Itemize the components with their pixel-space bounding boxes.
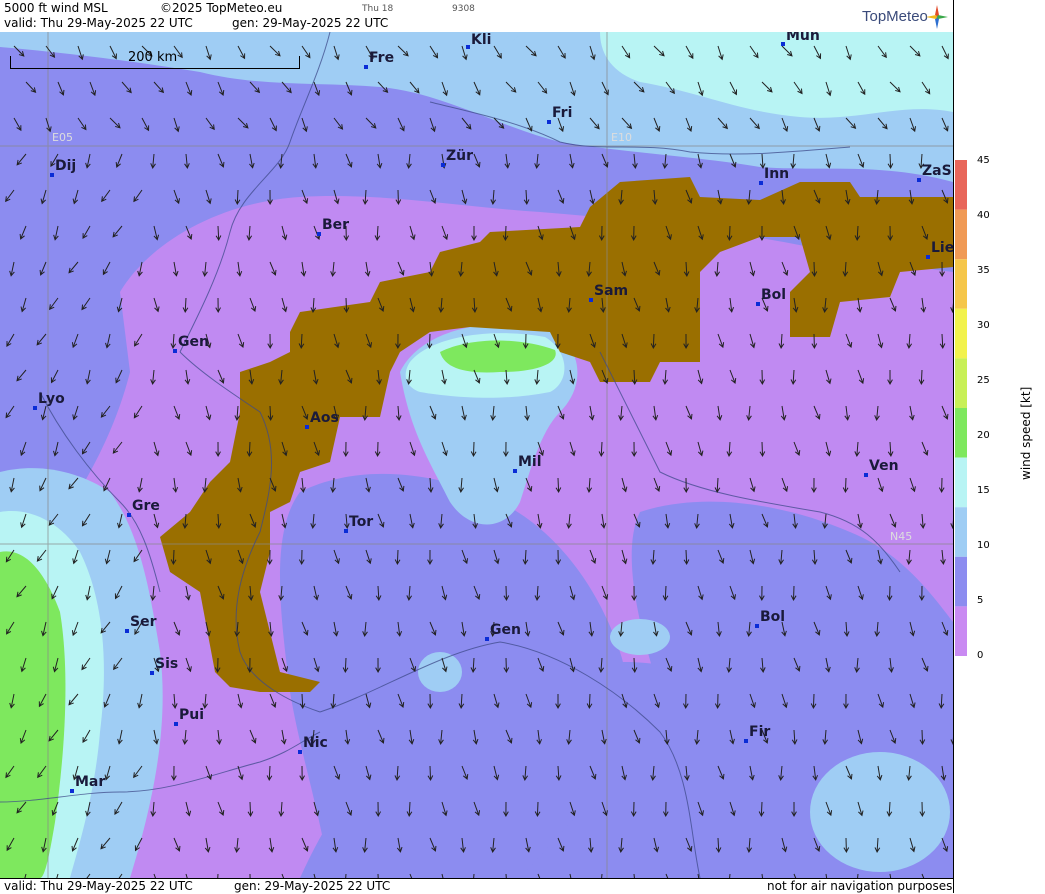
city-label-bol-south: Bol [760,609,785,625]
city-marker [33,406,37,410]
city-label-fre: Fre [369,50,394,66]
city-label-sam: Sam [594,283,628,299]
map-canvas [0,32,953,878]
city-label-lie: Lie [931,240,953,256]
city-marker [50,173,54,177]
city-marker [127,513,131,517]
city-label-nic: Nic [303,735,328,751]
city-marker [547,120,551,124]
city-label-lyo: Lyo [38,391,65,407]
city-label-zur: Zür [446,148,473,164]
city-marker [756,302,760,306]
map-footer: valid: Thu 29-May-2025 22 UTC gen: 29-Ma… [0,878,953,894]
city-marker [864,473,868,477]
colorbar-segment [955,259,967,309]
valid-time: valid: Thu 29-May-2025 22 UTC [4,16,193,30]
grid-label-e05: E05 [52,131,73,144]
city-marker [744,739,748,743]
city-marker [317,232,321,236]
colorbar-tick: 5 [977,595,983,606]
city-marker [173,349,177,353]
topmeteo-logo: TopMeteo [862,8,928,25]
city-marker [513,469,517,473]
colorbar-tick: 20 [977,430,990,441]
colorbar-segment [955,507,967,557]
city-label-mar: Mar [75,774,105,790]
colorbar-segment [955,458,967,508]
grid-label-n45: N45 [890,530,912,543]
code-tag: 9308 [452,4,475,14]
city-label-gen-geneva: Gen [178,334,209,350]
city-marker [70,789,74,793]
city-marker [441,163,445,167]
compass-star-icon [926,5,948,29]
city-marker [781,42,785,46]
colorbar-segment [955,210,967,260]
city-marker [759,181,763,185]
city-label-bol-north: Bol [761,287,786,303]
city-marker [344,529,348,533]
city-marker [305,425,309,429]
city-label-ser: Ser [130,614,156,630]
city-label-fri: Fri [552,105,572,121]
footer-valid-time: valid: Thu 29-May-2025 22 UTC [4,879,193,893]
product-title: 5000 ft wind MSL [4,1,108,15]
city-marker [125,629,129,633]
city-marker [150,671,154,675]
city-marker [755,624,759,628]
city-label-tor: Tor [349,514,373,530]
grid-label-e10: E10 [611,131,632,144]
city-marker [466,45,470,49]
city-label-inn: Inn [764,166,789,182]
colorbar-title: wind speed [kt] [1019,387,1033,480]
city-label-fir: Fir [749,724,770,740]
city-label-gen-genoa: Gen [490,622,521,638]
city-label-kli: Kli [471,32,491,48]
colorbar-segment [955,606,967,656]
city-label-pui: Pui [179,707,204,723]
copyright-text: ©2025 TopMeteo.eu [160,1,282,15]
colorbar-tick: 30 [977,320,990,331]
colorbar-segment [955,160,967,210]
city-marker [589,298,593,302]
wind-map[interactable]: 200 km E05 E10 N45 Kli Mün Fre Fri Dij Z… [0,32,953,878]
scale-bar-label: 200 km [128,50,177,65]
city-marker [485,637,489,641]
city-marker [174,722,178,726]
colorbar-segment [955,358,967,408]
colorbar-tick: 15 [977,485,990,496]
city-label-ven: Ven [869,458,899,474]
city-marker [364,65,368,69]
colorbar-tick: 45 [977,155,990,166]
colorbar-tick: 25 [977,375,990,386]
city-label-mun: Mün [786,32,820,44]
city-marker [926,255,930,259]
generated-time: gen: 29-May-2025 22 UTC [232,16,388,30]
colorbar-tick: 0 [977,650,983,661]
city-label-gre: Gre [132,498,160,514]
map-header: 5000 ft wind MSL ©2025 TopMeteo.eu Thu 1… [0,0,953,33]
city-marker [298,750,302,754]
city-label-mil: Mil [518,454,542,470]
city-label-sis: Sis [155,656,178,672]
colorbar-tick: 35 [977,265,990,276]
wind-speed-colorbar [955,160,967,656]
disclaimer-text: not for air navigation purposes [767,879,952,893]
colorbar-tick: 10 [977,540,990,551]
city-marker [917,178,921,182]
city-label-dij: Dij [55,158,76,174]
colorbar-segment [955,408,967,458]
footer-generated-time: gen: 29-May-2025 22 UTC [234,879,390,893]
colorbar-segment [955,309,967,359]
city-label-zas: ZaS [922,163,952,179]
colorbar-segment [955,557,967,607]
city-label-aos: Aos [310,410,339,426]
day-tag: Thu 18 [362,4,393,14]
colorbar-tick: 40 [977,210,990,221]
city-label-ber: Ber [322,217,349,233]
